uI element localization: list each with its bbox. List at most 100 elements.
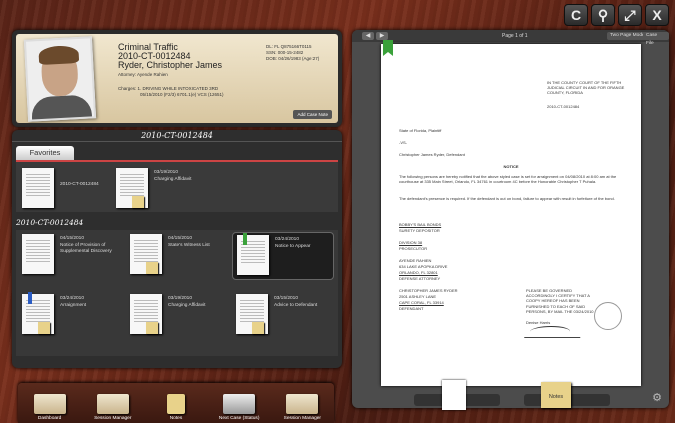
case-identifiers: DL: FL Q875166T0115 SSN: 000-15-2482 DOB…: [266, 44, 319, 62]
prev-page-button[interactable]: ◀: [362, 32, 374, 40]
doc-case-number: 2010-CT-0012484: [547, 104, 580, 109]
favorites-area: 2010-CT-0012484 03/19/2010 Charging Affi…: [16, 160, 338, 212]
prosecutor-role: PROSECUTOR: [399, 246, 428, 251]
dock-next-case[interactable]: Next Case (Status): [210, 394, 268, 421]
bookmark-ribbon-icon: [243, 233, 247, 245]
defendant-address-1: 2501 ASHLEY LANE: [399, 294, 437, 299]
top-toolbar: C ⚲ ⤢ X: [564, 4, 669, 26]
case-header-panel: Criminal Traffic 2010-CT-0012484 Ryder, …: [12, 30, 342, 127]
dashboard-icon: [33, 394, 66, 414]
dock-dashboard[interactable]: Dashboard: [21, 394, 79, 421]
bookmark-icon[interactable]: [383, 40, 393, 56]
document-thumbnail: [22, 168, 54, 208]
documents-panel-heading: 2010-CT-0012484: [12, 130, 342, 142]
notes-card[interactable]: Notes: [541, 382, 571, 408]
defendant-role: DEFENDANT: [399, 306, 424, 311]
document-date: 03/19/2010: [154, 170, 179, 175]
dock-label: Session Manager: [94, 416, 132, 421]
dock-session-manager[interactable]: Session Manager: [84, 394, 142, 421]
charge-detail: 05/15/2010 (F2/3) 6701.1(e) VCS (12651): [140, 92, 224, 97]
favorite-item[interactable]: 03/19/2010 Charging Affidavit: [112, 166, 214, 214]
certification-text: PLEASE BE GOVERNED ACCORDINGLY I CERTIFY…: [526, 288, 594, 314]
dock-label: Notes: [169, 416, 183, 421]
document-date: 04/15/2010: [60, 236, 85, 241]
document-thumbnail: [22, 234, 54, 274]
close-button[interactable]: X: [645, 4, 669, 26]
document-page: IN THE COUNTY COURT OF THE FIFTH JUDICIA…: [381, 40, 641, 386]
dock-label: Session Manager: [283, 416, 322, 421]
add-case-note-button[interactable]: Add Case Note: [293, 110, 332, 119]
document-title: Notice to Appear: [275, 244, 311, 249]
defendant-line: Christopher James Ryder, Defendant: [399, 152, 465, 157]
notice-title: NOTICE: [503, 164, 519, 169]
search-button[interactable]: ⚲: [591, 4, 615, 26]
viewer-topbar: ◀ ▶ Page 1 of 1 Two Page Mode Case File: [352, 30, 669, 46]
document-title: State's Witness List: [168, 243, 210, 248]
dock-notes[interactable]: Notes: [147, 394, 205, 421]
dock-session-manager-2[interactable]: Session Manager: [273, 394, 331, 421]
document-item[interactable]: 03/24/2010 Arraignment: [18, 292, 120, 340]
session-manager-icon: [96, 394, 129, 414]
plaintiff: State of Florida, Plaintiff: [399, 128, 442, 133]
document-item[interactable]: 04/15/2010 State's Witness List: [126, 232, 228, 280]
session-manager-icon: [286, 394, 319, 414]
favorites-tab[interactable]: Favorites: [16, 146, 74, 160]
prosecutor-name: DIVISION 38: [399, 240, 423, 245]
document-item[interactable]: 03/19/2010 Charging Affidavit: [126, 292, 228, 340]
surety-role: SURETY DEPOSITOR: [399, 228, 440, 233]
next-page-button[interactable]: ▶: [376, 32, 388, 40]
page-indicator: Page 1 of 1: [502, 33, 528, 39]
defense-attorney-address-2: ORLANDO, FL 32801: [399, 270, 438, 275]
court-seal: [594, 302, 622, 330]
defendant-name: Ryder, Christopher James: [118, 60, 223, 70]
sticky-note-icon: [132, 196, 144, 208]
document-title: Charging Affidavit: [168, 303, 206, 308]
notes-strip[interactable]: Notes: [524, 382, 610, 408]
document-date: 03/24/2010: [275, 237, 300, 242]
document-item-selected[interactable]: 03/24/2010 Notice to Appear: [232, 232, 334, 280]
refresh-button[interactable]: C: [564, 4, 588, 26]
case-attorney: Attorney: Ayende Rahien: [118, 72, 168, 77]
documents-panel: 2010-CT-0012484 Favorites 2010-CT-001248…: [12, 130, 342, 368]
expand-button[interactable]: ⤢: [618, 4, 642, 26]
document-item[interactable]: 03/15/2010 Advice to Defendant: [232, 292, 334, 340]
document-title: Arraignment: [60, 303, 87, 308]
sticky-note-icon: [252, 322, 264, 334]
dock-label: Next Case (Status): [218, 416, 260, 421]
document-item[interactable]: 04/15/2010 Notice of Provision of Supple…: [18, 232, 120, 280]
court-heading: IN THE COUNTY COURT OF THE FIFTH JUDICIA…: [547, 80, 625, 96]
case-file-button[interactable]: Case File: [643, 32, 669, 46]
document-title: Advice to Defendant: [274, 303, 318, 308]
sticky-note-icon: [146, 322, 158, 334]
notes-icon: [166, 394, 185, 414]
document-viewer: ◀ ▶ Page 1 of 1 Two Page Mode Case File …: [352, 30, 669, 410]
surety-name: BOBBY'S BAIL BONDS: [399, 222, 442, 227]
two-page-mode-button[interactable]: Two Page Mode: [607, 32, 648, 40]
viewer-bottom-bar: Notes ⚙: [352, 380, 669, 410]
page-thumbnail[interactable]: [442, 380, 466, 410]
signature: [524, 324, 584, 338]
case-section-heading: 2010-CT-0012484: [16, 218, 84, 227]
defendant-photo: [23, 36, 97, 122]
sticky-note-icon: [38, 322, 50, 334]
notice-paragraph-1: The following persons are hereby notifie…: [399, 174, 617, 185]
document-date: 03/15/2010: [274, 296, 299, 301]
defense-attorney-address-1: 634 LAKE APOPKA DRIVE: [399, 264, 448, 269]
page-thumbnail-strip[interactable]: [414, 380, 500, 410]
sticky-note-icon: [146, 262, 158, 274]
document-title: Charging Affidavit: [154, 177, 192, 182]
case-charges: Charges: 1. DRIVING WHILE INTOXICATED 3R…: [118, 86, 258, 98]
notice-paragraph-2: The defendant's presence is required. If…: [399, 196, 615, 201]
document-date: 03/19/2010: [168, 296, 193, 301]
photo-shirt: [30, 94, 92, 120]
defendant-address-2: CAPE CORAL, FL 33914: [399, 300, 444, 305]
bookmark-ribbon-icon: [28, 292, 32, 304]
case-card: Criminal Traffic 2010-CT-0012484 Ryder, …: [16, 34, 338, 123]
document-title: Notice of Provision of Supplemental Disc…: [60, 243, 112, 254]
defense-attorney-name: AYENDE RAHIEN: [399, 258, 432, 263]
defense-attorney-role: DEFENSE ATTORNEY: [399, 276, 441, 281]
gear-icon[interactable]: ⚙: [651, 392, 663, 404]
document-date: 04/15/2010: [168, 236, 193, 241]
defendant-name-block: CHRISTOPHER JAMES RYDER: [399, 288, 458, 293]
favorite-item[interactable]: 2010-CT-0012484: [18, 166, 120, 214]
